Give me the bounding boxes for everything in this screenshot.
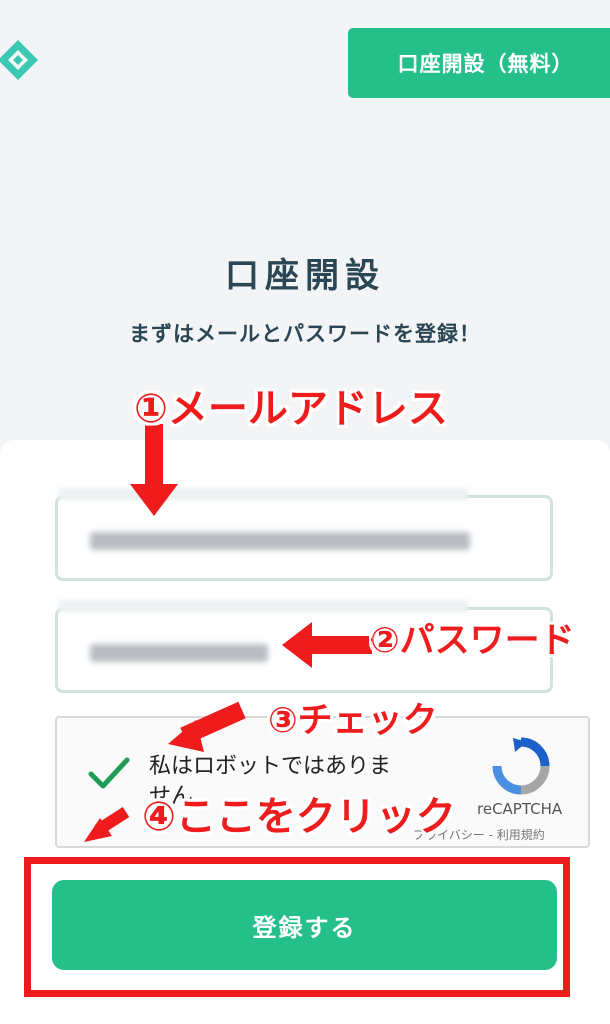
email-field-hint xyxy=(58,488,468,500)
checkmark-icon[interactable] xyxy=(87,754,131,794)
annotation-highlight-box xyxy=(24,857,570,997)
recaptcha-brand: reCAPTCHA xyxy=(477,800,563,818)
page-title: 口座開設 xyxy=(225,256,385,296)
brand-logo-icon[interactable] xyxy=(0,38,40,82)
annotation-click: ④ここをクリック xyxy=(142,794,456,840)
annotation-email: ①メールアドレス xyxy=(134,386,448,432)
email-value-blurred xyxy=(90,532,470,550)
password-field-hint xyxy=(58,600,468,612)
password-value-blurred xyxy=(90,644,268,662)
top-bar: 口座開設（無料） xyxy=(0,0,610,110)
annotation-check: ③チェック xyxy=(268,701,438,741)
email-field[interactable] xyxy=(55,488,553,581)
page-subtitle: まずはメールとパスワードを登録！ xyxy=(129,322,481,346)
recaptcha-logo-icon xyxy=(492,737,550,795)
annotation-password: ②パスワード xyxy=(370,621,575,661)
open-account-button[interactable]: 口座開設（無料） xyxy=(348,28,610,98)
